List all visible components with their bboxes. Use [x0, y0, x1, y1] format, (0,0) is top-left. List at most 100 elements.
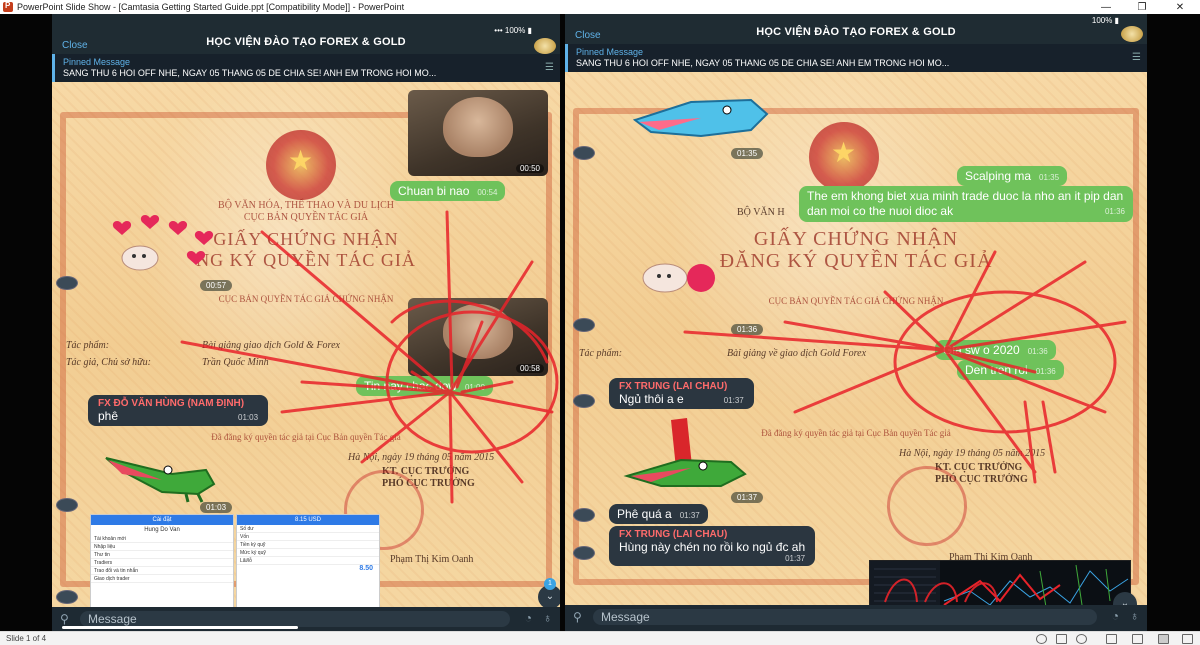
- cert-registered: Đã đăng ký quyền tác giả tại Cục Bản quy…: [211, 432, 401, 442]
- scroll-down-button[interactable]: ⌄: [1113, 592, 1137, 605]
- pin-list-icon[interactable]: ☰: [1132, 52, 1141, 63]
- message-time: 00:50: [515, 164, 544, 173]
- photo-face: [443, 304, 513, 359]
- message-time: 01:00: [464, 383, 485, 392]
- pinned-label: Pinned Message: [63, 57, 131, 67]
- minimize-button[interactable]: —: [1088, 0, 1124, 14]
- chat-body: BỘ VĂN HÓA, THỂ THAO VÀ DU LỊCH CỤC BẢN …: [52, 82, 560, 607]
- sticker-photo-laughing-2[interactable]: 00:58: [408, 298, 548, 376]
- message-input[interactable]: Message: [80, 611, 510, 627]
- app-screenshot-settings[interactable]: Cài đặt Hung Do Van Tài khoản mới Nhập l…: [90, 514, 234, 607]
- cert-work-value: Bài giảng giao dịch Gold & Forex: [202, 340, 340, 351]
- window-titlebar: PowerPoint Slide Show - [Camtasia Gettin…: [0, 0, 1200, 14]
- message-text: The em khong biet xua minh trade duoc la…: [807, 189, 1124, 218]
- group-avatar[interactable]: [1121, 26, 1143, 42]
- message-time: 01:37: [679, 511, 700, 520]
- message-incoming[interactable]: FX TRUNG (LAI CHAU) Hùng này chén no rồi…: [609, 526, 816, 566]
- fit-slide-icon[interactable]: [1182, 634, 1193, 644]
- message-input[interactable]: Message: [593, 609, 1097, 625]
- user-avatar[interactable]: [56, 498, 78, 512]
- cert-ministry: BỘ VĂN HÓA, THỂ THAO VÀ DU LỊCH: [218, 200, 394, 211]
- crocodile-sticker[interactable]: [621, 416, 751, 490]
- message-outgoing[interactable]: Chuan bi nao 00:54: [390, 181, 506, 201]
- pin-list-icon[interactable]: ☰: [545, 62, 554, 73]
- pinned-message[interactable]: Pinned Message SANG THU 6 HOI OFF NHE, N…: [52, 54, 560, 82]
- attach-icon[interactable]: ⚲: [60, 612, 69, 626]
- chat-header: Close 100% ▮ HỌC VIỆN ĐÀO TẠO FOREX & GO…: [565, 14, 1147, 44]
- sheep-sticker[interactable]: [635, 252, 725, 300]
- message-time: 01:35: [1039, 173, 1060, 182]
- pinned-message[interactable]: Pinned Message SANG THU 6 HOI OFF NHE, N…: [565, 44, 1147, 72]
- microphone-icon[interactable]: ♁: [543, 611, 552, 625]
- message-sender: FX TRUNG (LAI CHAU): [619, 529, 728, 540]
- cert-date: Hà Nội, ngày 19 tháng 05 năm 2015: [348, 452, 495, 463]
- microphone-icon[interactable]: ♁: [1130, 609, 1139, 623]
- app-screenshot-balance[interactable]: 8.15 USD Số dư Vốn Tiền ký quỹ Mức ký qu…: [236, 514, 380, 607]
- message-text: Gia sw o 2020: [943, 343, 1020, 357]
- window-title: PowerPoint Slide Show - [Camtasia Gettin…: [17, 2, 405, 12]
- user-avatar[interactable]: [573, 318, 595, 332]
- user-avatar[interactable]: [573, 394, 595, 408]
- message-incoming[interactable]: FX TRUNG (LAI CHAU) Ngủ thôi a e 01:37: [609, 378, 754, 409]
- message-sender: FX TRUNG (LAI CHAU): [619, 381, 728, 392]
- screenshot-row: Giao dịch trader: [91, 575, 233, 583]
- message-sender: FX ĐỖ VĂN HÙNG (NAM ĐỊNH): [98, 398, 245, 409]
- user-avatar[interactable]: [56, 590, 78, 604]
- phone-status: ••• 100% ▮: [494, 26, 532, 35]
- crocodile-sticker[interactable]: [102, 444, 222, 504]
- photo-face: [443, 96, 513, 158]
- trading-chart-screenshot[interactable]: [869, 560, 1131, 605]
- sticker-photo-laughing[interactable]: 00:50: [408, 90, 548, 176]
- screenshot-row: Thư tin: [91, 551, 233, 559]
- message-incoming[interactable]: Phê quá a 01:37: [609, 504, 708, 524]
- phone-status: 100% ▮: [1091, 16, 1119, 25]
- screenshot-row: Tài khoản mới: [91, 535, 233, 543]
- dragon-sticker[interactable]: [631, 96, 771, 146]
- message-incoming[interactable]: FX ĐỖ VĂN HÙNG (NAM ĐỊNH) phê 01:03: [88, 395, 269, 426]
- slide-counter: Slide 1 of 4: [6, 634, 47, 643]
- message-outgoing[interactable]: Scalping ma 01:35: [957, 166, 1068, 186]
- play-icon[interactable]: [1076, 634, 1087, 644]
- cert-work-label: Tác phẩm:: [579, 348, 623, 359]
- message-time: 01:37: [723, 396, 744, 405]
- normal-view-icon[interactable]: [1036, 634, 1047, 644]
- cert-signer-name: Phạm Thị Kim Oanh: [390, 554, 474, 565]
- message-text: Phê quá a: [617, 507, 672, 521]
- message-outgoing[interactable]: The em khong biet xua minh trade duoc la…: [799, 186, 1133, 222]
- user-avatar[interactable]: [573, 546, 595, 560]
- grid-view-icon[interactable]: [1158, 634, 1169, 644]
- reading-view-icon[interactable]: [1106, 634, 1117, 644]
- message-text: Scalping ma: [965, 169, 1032, 183]
- chat-body: BỘ VĂN H GIẤY CHỨNG NHẬN ĐĂNG KÝ QUYỀN T…: [565, 72, 1147, 605]
- screenshot-title: Cài đặt: [91, 515, 233, 525]
- user-avatar[interactable]: [573, 508, 595, 522]
- cert-work-value: Bài giảng về giao dịch Gold Forex: [727, 348, 867, 359]
- message-outgoing[interactable]: Den tren roi 01:36: [957, 360, 1064, 380]
- user-avatar[interactable]: [56, 276, 78, 290]
- trading-chart-lines: [870, 561, 1129, 605]
- hearts-sticker[interactable]: [110, 214, 220, 280]
- message-outgoing[interactable]: Tin nay chac dow 01:00: [356, 376, 493, 396]
- cert-author-label: Tác giả, Chủ sở hữu:: [66, 357, 151, 368]
- maximize-button[interactable]: ❐: [1124, 0, 1160, 14]
- close-window-button[interactable]: ✕: [1162, 0, 1198, 14]
- national-emblem-icon: [266, 130, 336, 200]
- user-avatar[interactable]: [573, 146, 595, 160]
- slide-sorter-icon[interactable]: [1132, 634, 1143, 644]
- screenshot-row: Lãi/lỗ: [237, 557, 379, 565]
- chat-title: HỌC VIỆN ĐÀO TẠO FOREX & GOLD: [756, 26, 956, 38]
- message-time: 00:54: [477, 188, 498, 197]
- slideshow-statusbar: Slide 1 of 4: [0, 631, 1200, 645]
- sticker-icon[interactable]: ◔: [1112, 609, 1119, 623]
- sticker-time: 00:57: [200, 280, 233, 291]
- attach-icon[interactable]: ⚲: [573, 610, 582, 624]
- sticker-time: 01:37: [731, 492, 764, 503]
- group-avatar[interactable]: [534, 38, 556, 54]
- notes-view-icon[interactable]: [1056, 634, 1067, 644]
- message-text: Ngủ thôi a e: [619, 392, 684, 406]
- sticker-icon[interactable]: ◔: [525, 611, 532, 625]
- message-outgoing[interactable]: Gia sw o 2020 01:36: [935, 340, 1056, 360]
- sticker-time: 01:36: [731, 324, 764, 335]
- right-phone-screenshot: Close 100% ▮ HỌC VIỆN ĐÀO TẠO FOREX & GO…: [565, 14, 1147, 631]
- screenshot-row: Nhập liệu: [91, 543, 233, 551]
